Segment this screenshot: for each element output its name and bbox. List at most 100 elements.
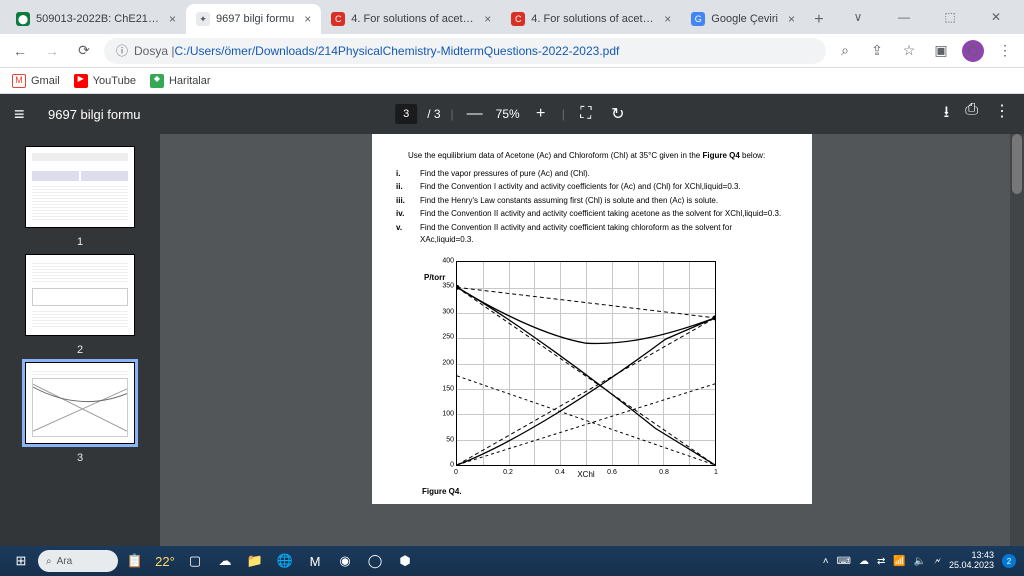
thumb-label: 3	[77, 452, 83, 464]
favicon: C	[511, 12, 525, 26]
volume-icon[interactable]: 🔈	[914, 556, 926, 567]
chevron-down-icon[interactable]: ∨	[836, 2, 880, 32]
bookmarks-bar: MGmail ▶YouTube ◆Haritalar	[0, 68, 1024, 94]
tab-strip: ⬤509013-2022B: ChE214 Physical× ✦9697 bi…	[6, 0, 836, 34]
new-tab-button[interactable]: +	[805, 6, 833, 34]
more-icon[interactable]: ⋮	[994, 101, 1010, 128]
favicon: ⬤	[16, 12, 30, 26]
tab-2[interactable]: C4. For solutions of acetone (ac) p×	[321, 4, 501, 34]
maps-icon: ◆	[150, 74, 164, 88]
list-item: Find the Henry's Law constants assuming …	[420, 195, 784, 207]
tab-1[interactable]: ✦9697 bilgi formu×	[186, 4, 321, 34]
pdf-page: Use the equilibrium data of Acetone (Ac)…	[372, 134, 812, 504]
figure-caption: Figure Q4.	[422, 487, 784, 496]
bookmark-youtube[interactable]: ▶YouTube	[74, 74, 136, 88]
youtube-icon: ▶	[74, 74, 88, 88]
scrollbar[interactable]	[1010, 134, 1024, 546]
thumbnail-2[interactable]	[25, 254, 135, 336]
close-icon[interactable]: ×	[169, 12, 176, 26]
bookmark-maps[interactable]: ◆Haritalar	[150, 74, 211, 88]
chrome-menu-icon[interactable]: ⋮	[994, 40, 1016, 62]
thumbnail-1[interactable]	[25, 146, 135, 228]
system-tray[interactable]: ˄ ⌨ ☁ ⇄ 📶 🔈 🗲 13:4325.04.2023 2	[823, 551, 1016, 571]
pdf-viewer: 1 2 3 Use the equilibrium data of Aceton…	[0, 134, 1024, 546]
window-controls: ∨ — ⬚ ✕	[836, 2, 1018, 32]
chart-figure: P/torr	[422, 255, 722, 485]
reload-button[interactable]: ⟳	[72, 39, 96, 63]
x-axis-label: XChl	[577, 470, 594, 479]
clock[interactable]: 13:4325.04.2023	[949, 551, 994, 571]
task-icon[interactable]: ☁	[212, 550, 238, 572]
favicon: G	[691, 12, 705, 26]
pdf-toolbar: ≡ 9697 bilgi formu / 3 | — 75% + | ⛶ ↻ ⭳…	[0, 94, 1024, 134]
forward-button[interactable]: →	[40, 39, 64, 63]
list-item: Find the vapor pressures of pure (Ac) an…	[420, 168, 784, 180]
download-icon[interactable]: ⭳	[944, 101, 950, 128]
print-icon[interactable]: ⎙	[965, 101, 978, 128]
thumb-label: 1	[77, 236, 83, 248]
favicon: C	[331, 12, 345, 26]
address-bar: ← → ⟳ ⓘ Dosya | C:/Users/ömer/Downloads/…	[0, 34, 1024, 68]
browser-titlebar: ⬤509013-2022B: ChE214 Physical× ✦9697 bi…	[0, 0, 1024, 34]
tab-3[interactable]: C4. For solutions of acetone (ac) p×	[501, 4, 681, 34]
y-axis-title: P/torr	[424, 273, 445, 282]
network-icon[interactable]: ⇄	[877, 556, 885, 567]
edge-icon[interactable]: 🌐	[272, 550, 298, 572]
task-icon[interactable]: 22°	[152, 550, 178, 572]
zoom-out-button[interactable]: —	[464, 103, 486, 125]
battery-icon[interactable]: 🗲	[934, 556, 941, 567]
list-item: Find the Convention I activity and activ…	[420, 181, 784, 193]
tab-0[interactable]: ⬤509013-2022B: ChE214 Physical×	[6, 4, 186, 34]
task-icon[interactable]: ▢	[182, 550, 208, 572]
close-window-button[interactable]: ✕	[974, 2, 1018, 32]
plot-area: XChl	[456, 261, 716, 466]
task-icon[interactable]: ⬢	[392, 550, 418, 572]
share-icon[interactable]: ⇪	[866, 40, 888, 62]
minimize-button[interactable]: —	[882, 2, 926, 32]
wifi-icon[interactable]: 📶	[893, 556, 905, 567]
profile-avatar[interactable]: Ö	[962, 40, 984, 62]
chrome-icon[interactable]: ◯	[362, 550, 388, 572]
chart-lines	[457, 262, 715, 465]
bookmark-gmail[interactable]: MGmail	[12, 74, 60, 88]
list-item: Find the Convention II activity and acti…	[420, 208, 784, 220]
sidebar-toggle-icon[interactable]: ≡	[14, 104, 34, 125]
fit-page-icon[interactable]: ⛶	[575, 103, 597, 125]
thumbnail-3[interactable]	[25, 362, 135, 444]
taskbar-search[interactable]: ⌕ Ara	[38, 550, 118, 572]
close-icon[interactable]: ×	[484, 12, 491, 26]
search-icon[interactable]: ⌕	[834, 40, 856, 62]
extensions-icon[interactable]: ▣	[930, 40, 952, 62]
close-icon[interactable]: ×	[788, 12, 795, 26]
tab-4[interactable]: GGoogle Çeviri×	[681, 4, 805, 34]
chevron-up-icon[interactable]: ˄	[823, 556, 829, 567]
close-icon[interactable]: ×	[664, 12, 671, 26]
onedrive-icon[interactable]: ☁	[859, 556, 869, 567]
task-icon[interactable]: ◉	[332, 550, 358, 572]
site-info-icon[interactable]: ⓘ	[116, 42, 128, 59]
favicon: ✦	[196, 12, 210, 26]
url-input[interactable]: ⓘ Dosya | C:/Users/ömer/Downloads/214Phy…	[104, 38, 826, 64]
task-icon[interactable]: 📋	[122, 550, 148, 572]
bookmark-star-icon[interactable]: ☆	[898, 40, 920, 62]
task-icon[interactable]: 📁	[242, 550, 268, 572]
thumb-label: 2	[77, 344, 83, 356]
pdf-title: 9697 bilgi formu	[48, 107, 141, 122]
maximize-button[interactable]: ⬚	[928, 2, 972, 32]
windows-taskbar: ⊞ ⌕ Ara 📋 22° ▢ ☁ 📁 🌐 M ◉ ◯ ⬢ ˄ ⌨ ☁ ⇄ 📶 …	[0, 546, 1024, 576]
page-area[interactable]: Use the equilibrium data of Acetone (Ac)…	[160, 134, 1024, 546]
zoom-in-button[interactable]: +	[530, 103, 552, 125]
back-button[interactable]: ←	[8, 39, 32, 63]
gmail-icon: M	[12, 74, 26, 88]
notification-icon[interactable]: 2	[1002, 554, 1016, 568]
zoom-level: 75%	[496, 107, 520, 121]
close-icon[interactable]: ×	[304, 12, 311, 26]
task-icon[interactable]: M	[302, 550, 328, 572]
keyboard-icon[interactable]: ⌨	[837, 556, 851, 567]
start-button[interactable]: ⊞	[8, 550, 34, 572]
page-input[interactable]	[395, 104, 417, 124]
scroll-thumb[interactable]	[1012, 134, 1022, 194]
rotate-icon[interactable]: ↻	[607, 103, 629, 125]
list-item: Find the Convention II activity and acti…	[420, 222, 784, 245]
page-total: / 3	[427, 107, 440, 121]
